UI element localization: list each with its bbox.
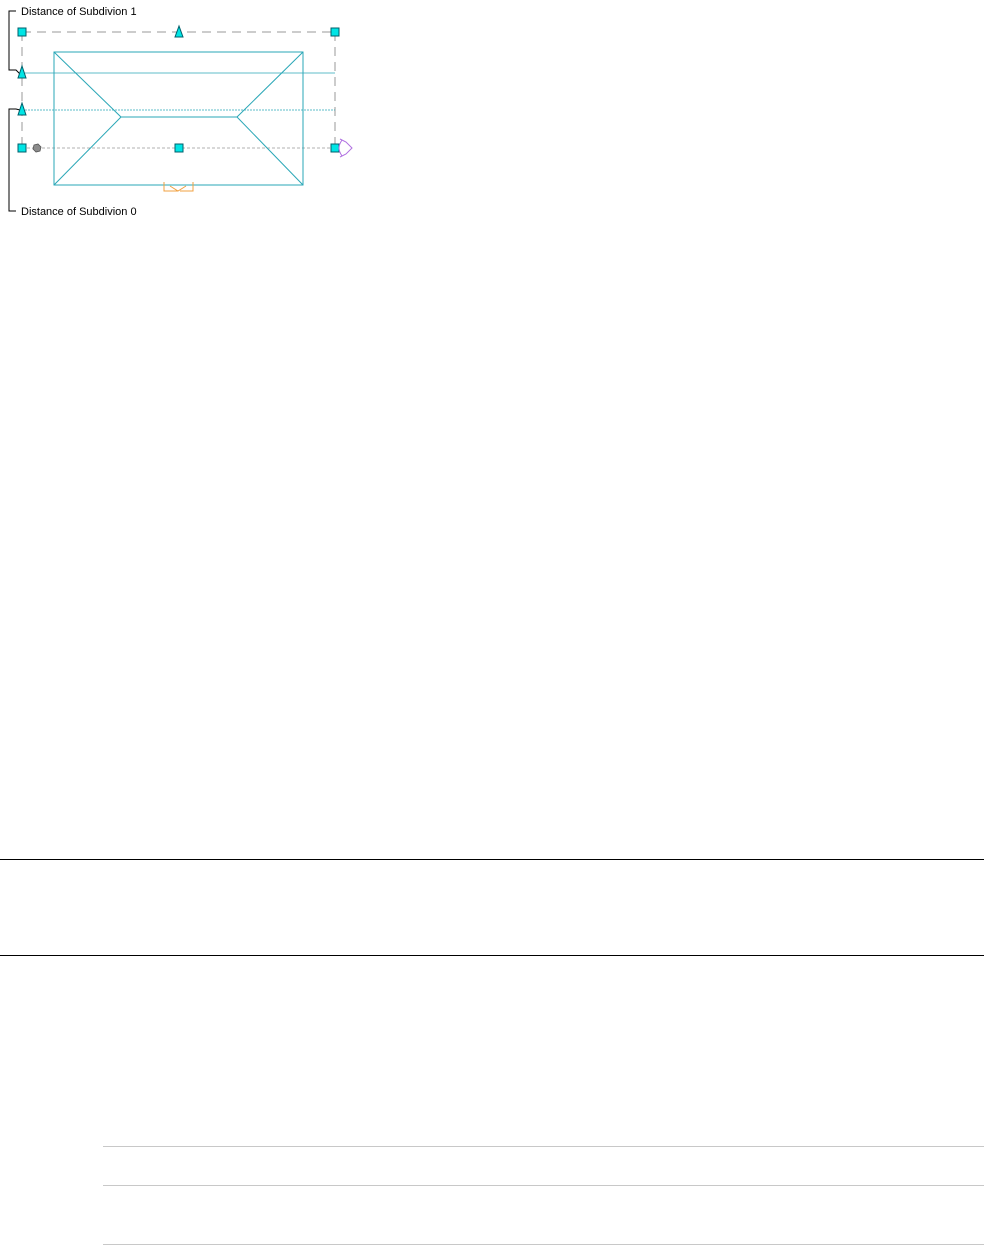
orange-marker [163, 182, 194, 192]
subdivision-0-bracket [8, 108, 21, 212]
grip-triangle-subdivision-1[interactable] [17, 64, 27, 79]
grip-square-bottom-right[interactable] [330, 143, 340, 153]
bottom-rule [0, 955, 984, 956]
roof-slab-diagram: Distance of Subdivion 1 Distance of Subd… [8, 6, 353, 218]
dashed-boundary [21, 31, 336, 148]
top-rule [0, 859, 984, 860]
subdivision-1-bracket [8, 10, 21, 75]
gray-grip-icon[interactable] [32, 143, 42, 153]
subdivision-lines [22, 72, 335, 111]
grip-triangle-subdivision-0[interactable] [17, 101, 27, 116]
table-rule-2 [103, 1185, 984, 1186]
grip-square-top-right[interactable] [330, 27, 340, 37]
grip-square-top-left[interactable] [17, 27, 27, 37]
table-rule-3 [103, 1244, 984, 1245]
rotation-grip-icon[interactable] [338, 138, 353, 158]
grip-square-bottom-center[interactable] [174, 143, 184, 153]
table-rule-1 [103, 1146, 984, 1147]
subdivision-0-label: Distance of Subdivion 0 [21, 206, 137, 218]
grip-square-bottom-left[interactable] [17, 143, 27, 153]
subdivision-1-label: Distance of Subdivion 1 [21, 6, 137, 18]
roof-outline [53, 51, 304, 186]
